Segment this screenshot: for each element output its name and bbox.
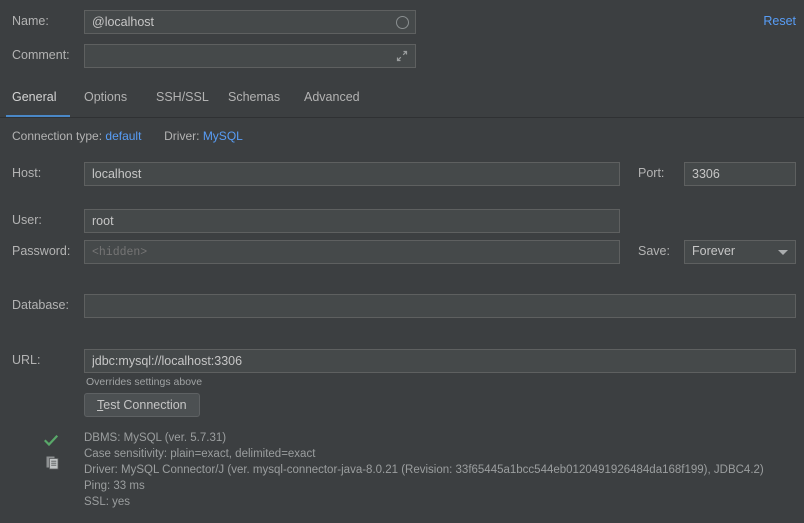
database-label: Database:: [12, 298, 69, 312]
connection-type-value[interactable]: default: [105, 129, 141, 143]
tab-schemas[interactable]: Schemas: [228, 90, 280, 104]
user-input[interactable]: [84, 209, 620, 233]
connection-type-row: Connection type: default Driver: MySQL: [12, 129, 243, 143]
result-line-dbms: DBMS: MySQL (ver. 5.7.31): [84, 430, 764, 446]
chevron-down-icon: [778, 250, 788, 255]
tab-general[interactable]: General: [12, 90, 56, 104]
password-label: Password:: [12, 244, 70, 258]
name-input[interactable]: [84, 10, 416, 34]
result-line-driver: Driver: MySQL Connector/J (ver. mysql-co…: [84, 462, 764, 478]
connection-test-result: DBMS: MySQL (ver. 5.7.31) Case sensitivi…: [84, 430, 764, 510]
result-line-case-sensitivity: Case sensitivity: plain=exact, delimited…: [84, 446, 764, 462]
check-icon: [44, 434, 58, 448]
connection-header: Name: Comment: Reset: [0, 0, 804, 80]
port-input[interactable]: [684, 162, 796, 186]
test-connection-label: est Connection: [103, 398, 186, 412]
database-input[interactable]: [84, 294, 796, 318]
host-label: Host:: [12, 166, 41, 180]
settings-tab-bar: General Options SSH/SSL Schemas Advanced: [0, 82, 804, 117]
url-input[interactable]: [84, 349, 796, 373]
reset-link[interactable]: Reset: [763, 14, 796, 28]
host-input[interactable]: [84, 162, 620, 186]
name-label: Name:: [12, 14, 49, 28]
comment-label: Comment:: [12, 48, 70, 62]
save-label: Save:: [638, 244, 670, 258]
general-tab-panel: Connection type: default Driver: MySQL H…: [0, 118, 804, 523]
driver-label: Driver:: [164, 129, 199, 143]
connection-type-label: Connection type:: [12, 129, 102, 143]
result-line-ping: Ping: 33 ms: [84, 478, 764, 494]
test-connection-button[interactable]: Test Connection: [84, 393, 200, 417]
tab-advanced[interactable]: Advanced: [304, 90, 360, 104]
result-line-ssl: SSL: yes: [84, 494, 764, 510]
save-password-value: Forever: [692, 244, 735, 258]
save-password-dropdown[interactable]: Forever: [684, 240, 796, 264]
circle-icon[interactable]: [396, 16, 409, 29]
comment-input[interactable]: [84, 44, 416, 68]
tab-options[interactable]: Options: [84, 90, 127, 104]
port-label: Port:: [638, 166, 664, 180]
url-hint-text: Overrides settings above: [86, 376, 202, 388]
password-input[interactable]: [84, 240, 620, 264]
tab-ssh-ssl[interactable]: SSH/SSL: [156, 90, 209, 104]
driver-value[interactable]: MySQL: [203, 129, 243, 143]
url-label: URL:: [12, 353, 40, 367]
user-label: User:: [12, 213, 42, 227]
expand-diagonal-icon[interactable]: [394, 48, 410, 64]
copy-icon[interactable]: [45, 455, 60, 470]
